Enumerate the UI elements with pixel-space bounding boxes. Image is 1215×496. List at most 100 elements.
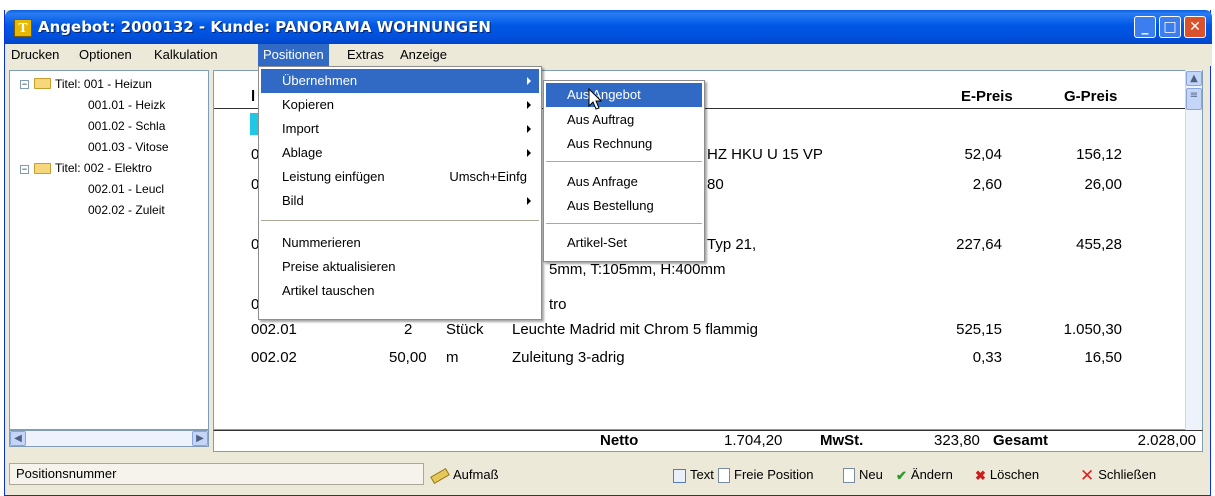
application-window: T Angebot: 2000132 - Kunde: PANORAMA WOH…: [4, 10, 1212, 496]
aendern-button[interactable]: ✔ Ändern: [896, 465, 953, 485]
cell-text[interactable]: Typ 21,: [707, 236, 756, 253]
menu-item-leistung-einfuegen[interactable]: Leistung einfügen Umsch+Einfg: [261, 165, 539, 189]
scroll-up-icon[interactable]: ▲: [1186, 71, 1202, 86]
scroll-left-icon[interactable]: ◀: [10, 431, 26, 446]
netto-label: Netto: [600, 432, 639, 449]
menu-separator: [546, 161, 702, 162]
menu-positionen[interactable]: Positionen: [258, 44, 329, 66]
menu-item-artikel-set[interactable]: Artikel-Set: [546, 231, 702, 255]
minimize-button[interactable]: _: [1134, 16, 1156, 38]
cell-text[interactable]: tro: [549, 296, 567, 313]
freie-position-button[interactable]: Freie Position: [718, 465, 813, 485]
menu-item-ablage[interactable]: Ablage: [261, 141, 539, 165]
tree-item-title[interactable]: Titel: 001 - Heizun: [55, 75, 152, 93]
checkmark-icon: ✔: [896, 467, 907, 483]
menu-kalkulation[interactable]: Kalkulation: [149, 44, 223, 66]
position-tree: − Titel: 001 - Heizun 001.01 - Heizk 001…: [9, 70, 209, 430]
tree-item[interactable]: 001.01 - Heizk: [88, 96, 165, 114]
menu-extras[interactable]: Extras: [342, 44, 389, 66]
neu-button[interactable]: Neu: [843, 465, 883, 485]
neu-label: Neu: [859, 467, 883, 482]
menu-item-aus-rechnung[interactable]: Aus Rechnung: [546, 132, 702, 156]
tree-item[interactable]: 001.03 - Vitose: [88, 138, 169, 156]
submenu-arrow-icon: [527, 149, 531, 157]
menu-drucken[interactable]: Drucken: [6, 44, 64, 66]
menu-bar: Drucken Optionen Kalkulation Positionen …: [5, 44, 1212, 66]
tree-item[interactable]: 002.02 - Zuleit: [88, 201, 165, 219]
positionen-menu: Übernehmen Kopieren Import Ablage Leistu…: [258, 66, 542, 320]
menu-item-aus-anfrage[interactable]: Aus Anfrage: [546, 170, 702, 194]
tree-item[interactable]: 001.02 - Schla: [88, 117, 165, 135]
collapse-toggle[interactable]: −: [20, 165, 29, 174]
cell-e-preis[interactable]: 525,15: [956, 321, 1002, 338]
schliessen-label: Schließen: [1098, 467, 1157, 482]
close-button[interactable]: ✕: [1184, 16, 1206, 38]
delete-icon: ✖: [975, 467, 986, 483]
menu-item-import[interactable]: Import: [261, 117, 539, 141]
menu-separator: [546, 223, 702, 224]
cell-text[interactable]: Leuchte Madrid mit Chrom 5 flammig: [512, 321, 758, 338]
status-field: Positionsnummer: [9, 463, 424, 485]
menu-item-nummerieren[interactable]: Nummerieren: [261, 231, 539, 255]
cell-text[interactable]: 5mm, T:105mm, H:400mm: [549, 261, 725, 278]
menu-item-aus-auftrag[interactable]: Aus Auftrag: [546, 108, 702, 132]
column-header-e-preis[interactable]: E-Preis: [961, 88, 1013, 105]
scroll-right-icon[interactable]: ▶: [192, 431, 208, 446]
cell-text[interactable]: 80: [707, 176, 724, 193]
column-header-g-preis[interactable]: G-Preis: [1064, 88, 1117, 105]
totals-row: Netto 1.704,20 MwSt. 323,80 Gesamt 2.028…: [213, 430, 1203, 452]
cell-unit[interactable]: m: [446, 349, 459, 366]
new-document-icon: [843, 468, 855, 484]
cell-g-preis[interactable]: 156,12: [1076, 146, 1122, 163]
cell-pos[interactable]: 002.02: [251, 349, 297, 366]
aufmass-label: Aufmaß: [453, 467, 499, 482]
cell-unit[interactable]: Stück: [446, 321, 484, 338]
tree-item[interactable]: 002.01 - Leucl: [88, 180, 164, 198]
submenu-arrow-icon: [527, 101, 531, 109]
cell-e-preis[interactable]: 0,33: [973, 349, 1002, 366]
submenu-arrow-icon: [527, 125, 531, 133]
menu-optionen[interactable]: Optionen: [74, 44, 137, 66]
cell-e-preis[interactable]: 227,64: [956, 236, 1002, 253]
text-label: Text: [690, 467, 714, 482]
cell-g-preis[interactable]: 16,50: [1084, 349, 1122, 366]
tree-item-title[interactable]: Titel: 002 - Elektro: [55, 159, 152, 177]
cell-g-preis[interactable]: 26,00: [1084, 176, 1122, 193]
cell-e-preis[interactable]: 2,60: [973, 176, 1002, 193]
schliessen-button[interactable]: ✕ Schließen: [1080, 465, 1156, 485]
menu-item-bild[interactable]: Bild: [261, 189, 539, 213]
loeschen-button[interactable]: ✖ Löschen: [975, 465, 1039, 485]
menu-item-artikel-tauschen[interactable]: Artikel tauschen: [261, 279, 539, 303]
freie-position-label: Freie Position: [734, 467, 814, 482]
maximize-button[interactable]: □: [1159, 16, 1181, 38]
cell-qty[interactable]: 50,00: [389, 349, 427, 366]
menu-item-aus-angebot[interactable]: Aus Angebot: [546, 83, 702, 107]
title-bar[interactable]: T Angebot: 2000132 - Kunde: PANORAMA WOH…: [5, 10, 1212, 44]
menu-item-aus-bestellung[interactable]: Aus Bestellung: [546, 194, 702, 218]
menu-separator: [261, 220, 539, 221]
cell-pos[interactable]: 002.01: [251, 321, 297, 338]
tree-horizontal-scrollbar[interactable]: ◀ ▶: [9, 430, 209, 447]
app-logo-icon[interactable]: T: [14, 19, 32, 37]
cell-g-preis[interactable]: 1.050,30: [1064, 321, 1122, 338]
aendern-label: Ändern: [910, 467, 953, 482]
menu-item-kopieren[interactable]: Kopieren: [261, 93, 539, 117]
cell-text[interactable]: HZ HKU U 15 VP: [707, 146, 823, 163]
aufmass-button[interactable]: Aufmaß: [430, 465, 499, 485]
folder-open-icon: [34, 163, 51, 174]
netto-value: 1.704,20: [724, 432, 783, 449]
scroll-thumb[interactable]: ≡: [1186, 88, 1202, 110]
cell-text[interactable]: Zuleitung 3-adrig: [512, 349, 625, 366]
menu-item-preise-aktualisieren[interactable]: Preise aktualisieren: [261, 255, 539, 279]
cell-qty[interactable]: 2: [404, 321, 412, 338]
shortcut-label: Umsch+Einfg: [449, 169, 527, 184]
grid-vertical-scrollbar[interactable]: ▲ ≡ ▼: [1185, 70, 1202, 448]
text-button[interactable]: Text: [673, 465, 714, 485]
cell-e-preis[interactable]: 52,04: [964, 146, 1002, 163]
menu-item-uebernehmen[interactable]: Übernehmen: [261, 69, 539, 93]
ruler-icon: [430, 467, 450, 484]
cell-g-preis[interactable]: 455,28: [1076, 236, 1122, 253]
collapse-toggle[interactable]: −: [20, 80, 29, 89]
menu-anzeige[interactable]: Anzeige: [395, 44, 452, 66]
folder-open-icon: [34, 78, 51, 89]
